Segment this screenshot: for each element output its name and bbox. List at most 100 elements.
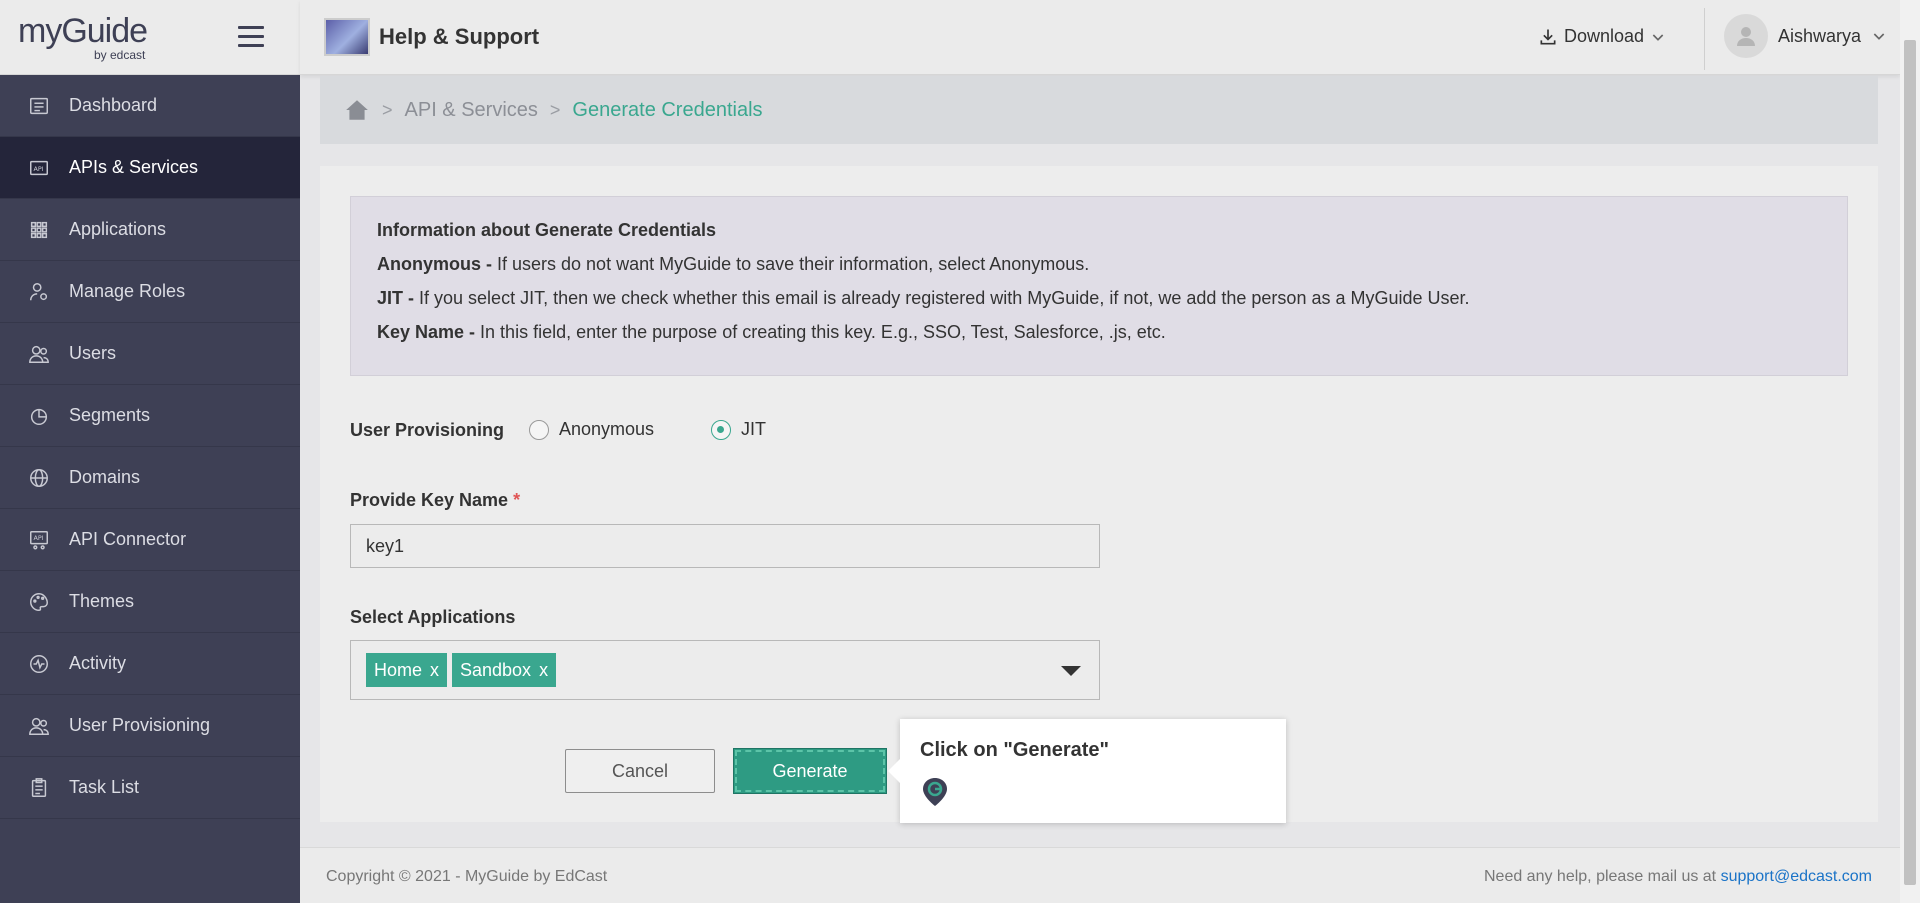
app-tag-label: Sandbox [460,659,532,680]
sidebar-item-label: Activity [69,653,127,673]
sidebar-item-users[interactable]: Users [0,323,300,385]
user-menu[interactable]: Aishwarya [1724,14,1887,58]
globe-icon [28,467,68,489]
sidebar-item-domains[interactable]: Domains [0,447,300,509]
info-jit-text: If you select JIT, then we check whether… [414,288,1470,308]
activity-icon [28,653,68,675]
sidebar-item-task-list[interactable]: Task List [0,757,300,819]
info-box: Information about Generate Credentials A… [350,196,1848,376]
radio-jit-circle[interactable] [711,419,731,440]
sidebar-item-label: Applications [69,219,167,239]
api-connector-icon: API [28,529,68,551]
info-anonymous-term: Anonymous - [377,254,492,274]
app-tag-sandbox[interactable]: Sandbox x [452,653,557,687]
footer: Copyright © 2021 - MyGuide by EdCast Nee… [300,847,1900,903]
chevron-down-icon [1652,33,1664,41]
users-icon [28,343,68,365]
user-avatar-icon [1737,27,1755,46]
grid-icon [28,219,68,241]
breadcrumb-separator-icon: > [382,99,393,120]
sidebar-item-segments[interactable]: Segments [0,385,300,447]
sidebar-item-label: Task List [69,777,140,797]
logo-bar: myGuide by edcast [0,0,300,75]
cancel-button[interactable]: Cancel [565,749,715,793]
top-header: Help & Support Download Aishwarya [300,0,1900,75]
info-key-name: Key Name - In this field, enter the purp… [377,323,1821,341]
logo-text: myGuide [18,12,148,50]
info-heading: Information about Generate Credentials [377,220,717,240]
download-button[interactable]: Download [1538,26,1666,47]
radio-anonymous[interactable]: Anonymous [529,419,654,440]
myguide-logo[interactable]: myGuide by edcast [18,12,158,64]
info-anonymous-text: If users do not want MyGuide to save the… [492,254,1090,274]
header-divider [1704,8,1705,70]
sidebar-item-label: APIs & Services [69,157,199,177]
select-applications-label: Select Applications [350,607,516,627]
remove-tag-icon[interactable]: x [430,660,439,681]
sidebar-item-themes[interactable]: Themes [0,571,300,633]
info-key-term: Key Name - [377,322,476,342]
info-key-text: In this field, enter the purpose of crea… [475,322,1166,342]
scrollbar-thumb[interactable] [1904,40,1916,885]
sidebar-item-activity[interactable]: Activity [0,633,300,695]
dropdown-caret-icon[interactable] [1061,666,1081,676]
help-support-image [324,18,370,56]
remove-tag-icon[interactable]: x [539,660,548,681]
breadcrumb-separator-icon: > [549,99,561,120]
sidebar-item-label: Users [69,343,117,363]
applications-multiselect[interactable]: Home x Sandbox x [350,640,1100,700]
user-provisioning-label: User Provisioning [350,420,505,440]
palette-icon [28,591,68,613]
app-tag-home[interactable]: Home x [366,653,448,687]
logo-subtext: by edcast [94,48,146,62]
info-anonymous: Anonymous - If users do not want MyGuide… [377,255,1821,273]
user-name: Aishwarya [1778,25,1862,46]
generate-button[interactable]: Generate [733,748,887,794]
copyright-text: Copyright © 2021 - MyGuide by EdCast [326,868,608,885]
pie-icon [28,405,68,427]
dashboard-icon [28,95,68,117]
help-text: Need any help, please mail us at support… [1484,868,1872,886]
home-icon[interactable] [344,97,370,123]
svg-text:API: API [34,534,44,542]
page-scrollbar[interactable] [1900,0,1920,903]
required-mark: * [513,490,521,510]
help-prefix: Need any help, please mail us at [1483,868,1721,885]
sidebar-item-label: Domains [69,467,141,487]
users-icon [28,715,68,737]
sidebar-item-label: Themes [69,591,135,611]
chevron-down-icon [1873,33,1885,40]
support-email-link[interactable]: support@edcast.com [1721,868,1872,885]
sidebar: myGuide by edcast Dashboard API APIs & S… [0,0,300,903]
sidebar-item-applications[interactable]: Applications [0,199,300,261]
download-label: Download [1564,26,1645,46]
key-name-label: Provide Key Name * [350,490,520,511]
sidebar-nav: Dashboard API APIs & Services Applicatio… [0,75,300,819]
info-jit: JIT - If you select JIT, then we check w… [377,289,1821,307]
breadcrumb-current: Generate Credentials [572,98,763,121]
radio-jit[interactable]: JIT [711,419,766,440]
sidebar-item-api-connector[interactable]: API API Connector [0,509,300,571]
info-jit-term: JIT - [377,288,415,308]
radio-anonymous-label: Anonymous [559,419,655,439]
breadcrumb: > API & Services > Generate Credentials [320,76,1878,144]
breadcrumb-link-api-services[interactable]: API & Services [405,99,538,122]
tooltip-text: Click on "Generate" [920,739,1110,761]
sidebar-item-label: Manage Roles [69,281,186,301]
sidebar-item-apis-services[interactable]: API APIs & Services [0,137,300,199]
myguide-pin-icon[interactable] [922,777,948,812]
sidebar-item-label: API Connector [69,529,187,549]
radio-jit-label: JIT [741,419,766,439]
key-name-input[interactable]: key1 [350,524,1100,568]
page-title: Help & Support [379,24,540,49]
sidebar-item-manage-roles[interactable]: Manage Roles [0,261,300,323]
radio-anonymous-circle[interactable] [529,419,549,440]
hamburger-menu-icon[interactable] [238,26,264,48]
sidebar-item-label: Dashboard [69,95,158,115]
guide-tooltip: Click on "Generate" [888,719,1286,823]
sidebar-item-dashboard[interactable]: Dashboard [0,75,300,137]
sidebar-item-user-provisioning[interactable]: User Provisioning [0,695,300,757]
avatar [1724,14,1768,58]
key-name-label-text: Provide Key Name [350,490,509,510]
sidebar-item-label: Segments [69,405,151,425]
